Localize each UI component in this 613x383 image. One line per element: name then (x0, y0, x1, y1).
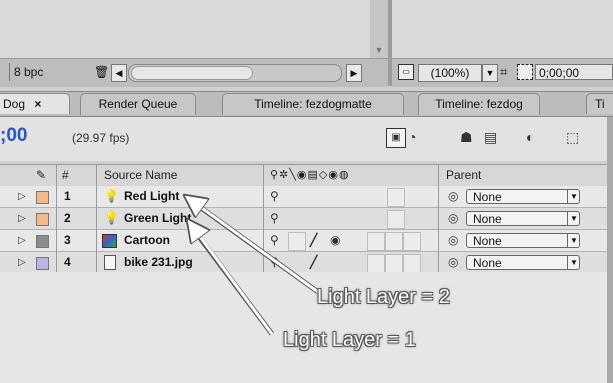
annotation-arrows (0, 0, 320, 336)
annotation-light-layer-1: Light Layer = 1 (283, 329, 416, 351)
annotation-light-layer-2: Light Layer = 2 (317, 286, 450, 308)
arrow-to-green-light (190, 223, 274, 335)
